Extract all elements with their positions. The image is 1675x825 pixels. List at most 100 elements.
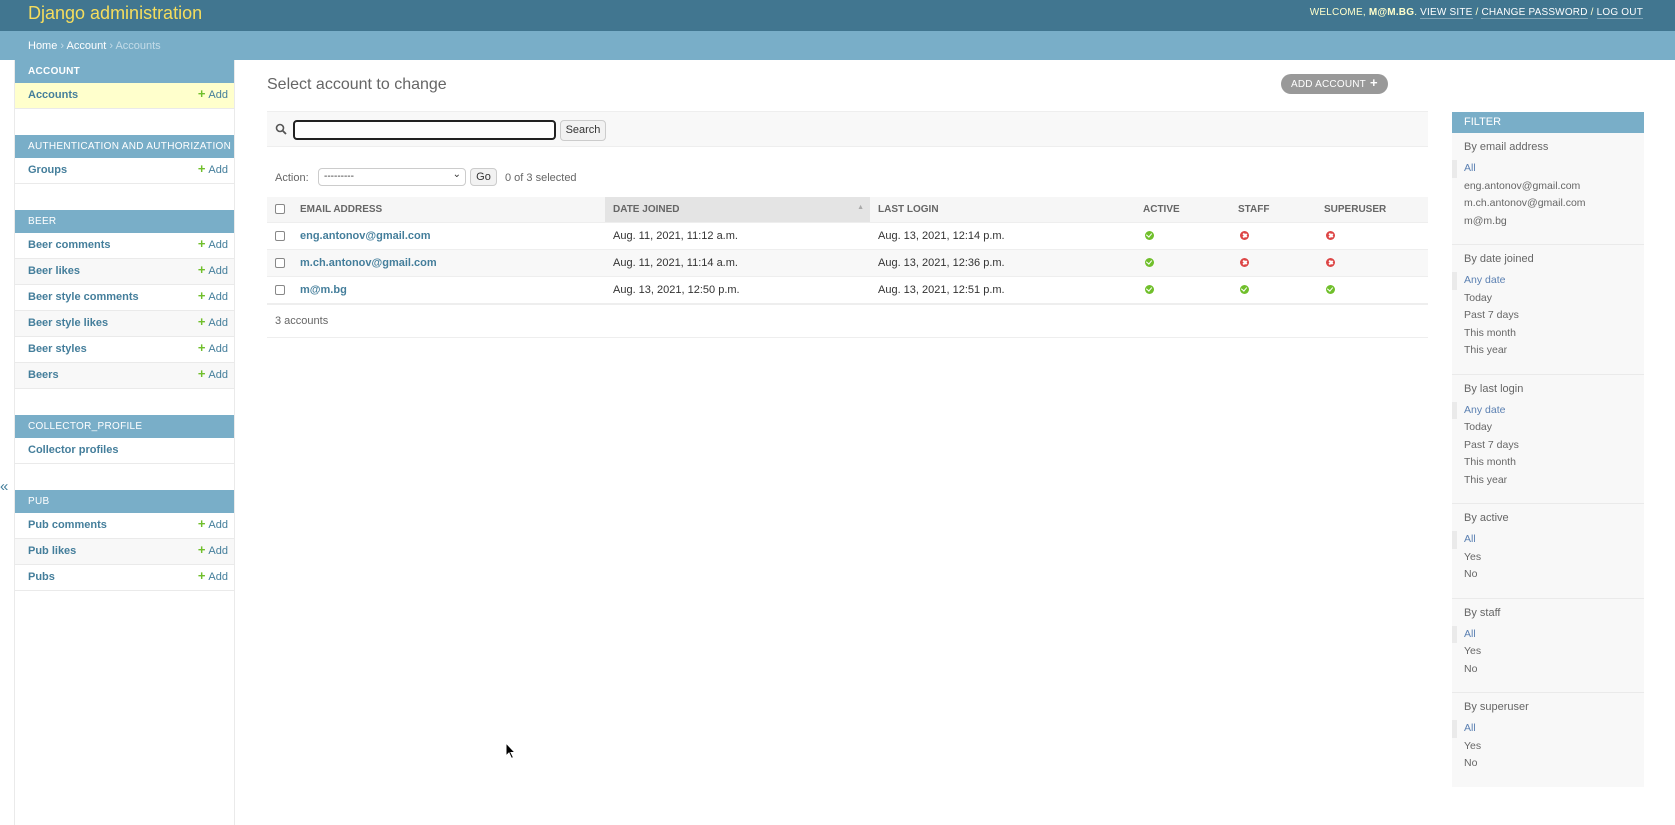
- breadcrumb-app[interactable]: Account: [67, 40, 107, 52]
- add-label: Add: [208, 291, 228, 303]
- column-date-joined[interactable]: Date joined ▲: [605, 197, 870, 223]
- filter-option[interactable]: Today: [1452, 419, 1644, 437]
- sidebar-item-link[interactable]: Beer comments: [28, 239, 111, 251]
- row-checkbox[interactable]: [275, 230, 285, 241]
- sidebar-add-link[interactable]: + Add: [198, 315, 228, 329]
- sidebar-item-link[interactable]: Pub comments: [28, 519, 107, 531]
- plus-icon: +: [1369, 75, 1378, 90]
- search-input[interactable]: [293, 120, 556, 140]
- plus-icon: +: [197, 366, 206, 381]
- breadcrumb-home[interactable]: Home: [28, 40, 57, 52]
- column-active[interactable]: Active: [1135, 197, 1230, 223]
- filter-group: By date joined Any date Today Past 7 days Th…: [1452, 245, 1644, 375]
- app-module-caption[interactable]: Beer: [15, 210, 234, 233]
- add-account-button[interactable]: Add account +: [1281, 74, 1388, 94]
- toggle-sidebar-button[interactable]: «: [0, 478, 8, 495]
- filter-option[interactable]: Today: [1452, 290, 1644, 308]
- sidebar-add-link[interactable]: + Add: [197, 262, 228, 277]
- sidebar-add-link[interactable]: + Add: [198, 341, 228, 355]
- row-checkbox[interactable]: [275, 284, 285, 295]
- sidebar-add-link[interactable]: + Add: [198, 162, 228, 176]
- filter-option[interactable]: All: [1452, 625, 1644, 643]
- email-link[interactable]: m.ch.antonov@gmail.com: [300, 257, 437, 269]
- app-module-caption[interactable]: Account: [15, 60, 234, 83]
- sidebar-item-link[interactable]: Groups: [28, 164, 67, 176]
- filter-group: By staff All Yes No: [1452, 599, 1644, 693]
- change-password-link[interactable]: Change password: [1481, 7, 1588, 19]
- filter-option[interactable]: Any date: [1452, 401, 1644, 419]
- sidebar-add-link[interactable]: + Add: [198, 289, 228, 303]
- filter-option[interactable]: Past 7 days: [1452, 307, 1644, 325]
- plus-icon: +: [197, 86, 206, 101]
- select-all-checkbox[interactable]: [275, 204, 285, 215]
- superuser-cell: [1316, 276, 1428, 304]
- sidebar-item-link[interactable]: Beer likes: [28, 265, 80, 277]
- filter-option[interactable]: No: [1452, 566, 1644, 584]
- sidebar-item: Beers + Add: [15, 363, 234, 389]
- filter-option[interactable]: This year: [1452, 472, 1644, 490]
- sidebar-item-link[interactable]: Accounts: [28, 89, 78, 101]
- sidebar-add-link[interactable]: + Add: [197, 568, 228, 583]
- sidebar-item-link[interactable]: Pub likes: [28, 545, 76, 557]
- column-staff[interactable]: Staff: [1230, 197, 1316, 223]
- filter-option[interactable]: All: [1452, 160, 1644, 178]
- sidebar-item-link[interactable]: Collector profiles: [28, 444, 118, 456]
- row-checkbox[interactable]: [275, 257, 285, 268]
- sidebar-add-link[interactable]: + Add: [198, 543, 228, 557]
- search-icon: [275, 123, 287, 135]
- filter-option[interactable]: m.ch.antonov@gmail.com: [1452, 195, 1644, 213]
- sidebar-item: Groups + Add: [15, 158, 234, 184]
- filter-option[interactable]: m@m.bg: [1452, 213, 1644, 231]
- log-out-link[interactable]: Log out: [1596, 7, 1643, 19]
- icon-no: [1326, 231, 1335, 241]
- filter-option[interactable]: No: [1452, 755, 1644, 773]
- sidebar-item: Beer styles + Add: [15, 337, 234, 363]
- table-row: m@m.bg Aug. 13, 2021, 12:50 p.m. Aug. 13, …: [267, 276, 1428, 304]
- go-button[interactable]: Go: [470, 168, 497, 186]
- action-select[interactable]: --------- ⌄: [318, 168, 466, 186]
- filter-group: By last login Any date Today Past 7 days Thi…: [1452, 375, 1644, 504]
- page-title: Select account to change: [267, 76, 447, 93]
- sidebar-add-link[interactable]: + Add: [198, 517, 228, 531]
- email-link[interactable]: m@m.bg: [300, 284, 347, 296]
- sidebar-add-link[interactable]: + Add: [198, 237, 228, 251]
- sidebar-item: Beer likes + Add: [15, 259, 234, 285]
- view-site-link[interactable]: View site: [1420, 7, 1473, 19]
- sidebar-item-link[interactable]: Beer styles: [28, 343, 87, 355]
- filter-option[interactable]: Yes: [1452, 549, 1644, 567]
- filter-option[interactable]: This month: [1452, 325, 1644, 343]
- sidebar-item-link[interactable]: Beer style comments: [28, 291, 139, 303]
- app-module-caption[interactable]: Authentication and Authorization: [15, 135, 234, 158]
- add-label: Add: [208, 519, 228, 531]
- sort-ascending-icon[interactable]: ▲: [857, 204, 864, 211]
- filter-option[interactable]: Any date: [1452, 272, 1644, 290]
- plus-icon: +: [197, 262, 206, 277]
- filter-option[interactable]: eng.antonov@gmail.com: [1452, 178, 1644, 196]
- plus-icon: +: [197, 568, 206, 583]
- column-last-login[interactable]: Last login: [870, 197, 1135, 223]
- filter-option[interactable]: All: [1452, 531, 1644, 549]
- filter-option[interactable]: Past 7 days: [1452, 437, 1644, 455]
- icon-yes: [1145, 285, 1154, 295]
- sidebar-add-link[interactable]: + Add: [197, 86, 228, 101]
- app-module-caption[interactable]: Pub: [15, 490, 234, 513]
- site-branding[interactable]: Django administration: [28, 3, 202, 24]
- filter-option[interactable]: Yes: [1452, 738, 1644, 756]
- add-label: Add: [208, 239, 228, 251]
- filter-option[interactable]: This year: [1452, 342, 1644, 360]
- app-module-caption[interactable]: Collector_profile: [15, 415, 234, 438]
- filter-option[interactable]: Yes: [1452, 643, 1644, 661]
- filter-option[interactable]: No: [1452, 661, 1644, 679]
- filter-options: All Yes No: [1452, 625, 1644, 679]
- column-email-address[interactable]: Email address: [294, 197, 605, 223]
- sidebar-item-link[interactable]: Pubs: [28, 571, 55, 583]
- filter-option[interactable]: This month: [1452, 454, 1644, 472]
- sidebar-add-link[interactable]: + Add: [197, 366, 228, 381]
- sidebar-item-link[interactable]: Beer style likes: [28, 317, 108, 329]
- column-superuser[interactable]: Superuser: [1316, 197, 1428, 223]
- filter-option[interactable]: All: [1452, 720, 1644, 738]
- filter-group-title: By last login: [1464, 382, 1524, 395]
- search-button[interactable]: Search: [560, 120, 606, 141]
- sidebar-item-link[interactable]: Beers: [28, 369, 59, 381]
- email-link[interactable]: eng.antonov@gmail.com: [300, 230, 431, 242]
